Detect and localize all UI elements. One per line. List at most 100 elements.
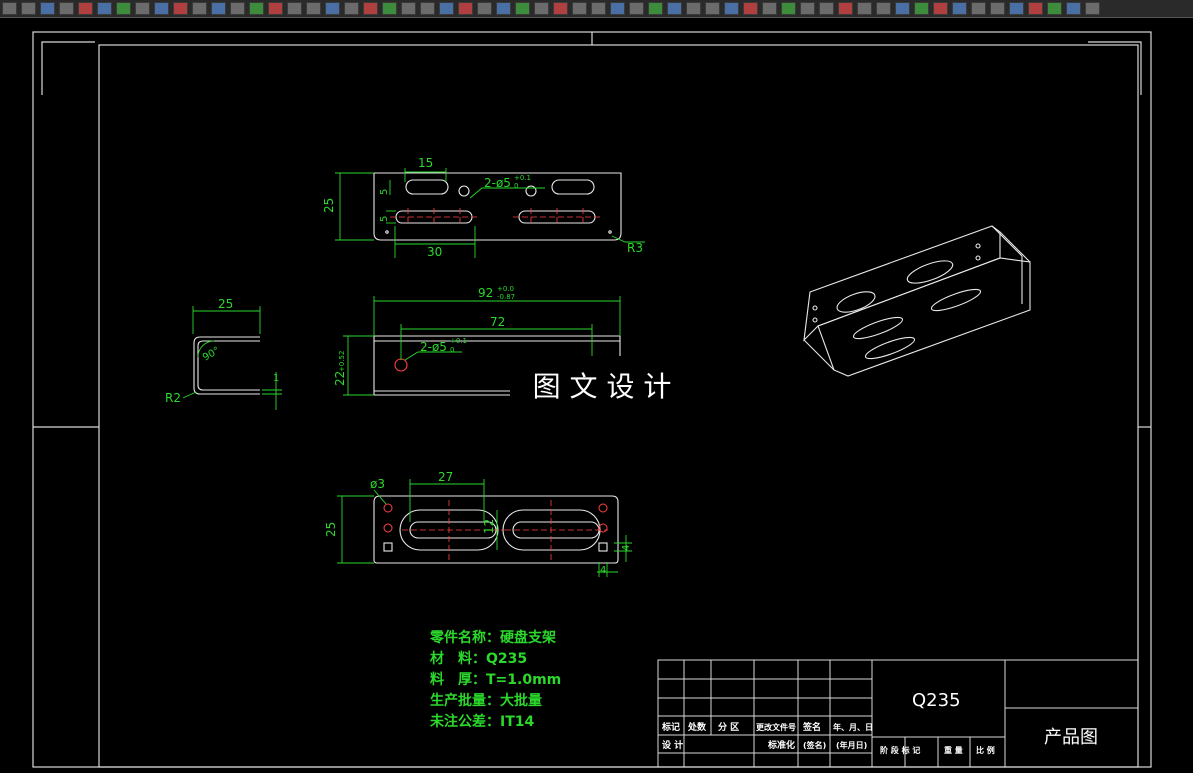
toolbar-button[interactable] xyxy=(629,2,644,15)
toolbar-button[interactable] xyxy=(1028,2,1043,15)
dim-15: 15 xyxy=(418,156,433,170)
tb-material: Q235 xyxy=(912,690,961,711)
dim-hole-top-tol-lower: 0 xyxy=(514,182,518,190)
toolbar-button[interactable] xyxy=(838,2,853,15)
toolbar-button[interactable] xyxy=(40,2,55,15)
toolbar-button[interactable] xyxy=(686,2,701,15)
toolbar-button[interactable] xyxy=(135,2,150,15)
dim-12: 12 xyxy=(482,519,496,534)
toolbar-button[interactable] xyxy=(344,2,359,15)
dim-92-tol-upper: +0.0 xyxy=(497,285,514,293)
toolbar-button[interactable] xyxy=(781,2,796,15)
toolbar-button[interactable] xyxy=(1047,2,1062,15)
spec-batch: 生产批量：大批量 xyxy=(430,692,542,709)
top-view-dim-text: 15 25 5 5 30 R3 2-ø5 +0.1 0 xyxy=(322,156,643,259)
toolbar-button[interactable] xyxy=(990,2,1005,15)
tb-date2: (年月日) xyxy=(836,740,867,750)
toolbar-button[interactable] xyxy=(59,2,74,15)
toolbar-button[interactable] xyxy=(534,2,549,15)
toolbar-button[interactable] xyxy=(420,2,435,15)
dim-hole-top: 2-ø5 xyxy=(484,176,511,190)
tb-zone: 分 区 xyxy=(718,721,739,733)
bottom-view-centerlines xyxy=(402,500,608,560)
toolbar-button[interactable] xyxy=(762,2,777,15)
toolbar-button[interactable] xyxy=(439,2,454,15)
watermark-text: 图 文 设 计 xyxy=(533,370,672,403)
toolbar-button[interactable] xyxy=(458,2,473,15)
toolbar-button[interactable] xyxy=(553,2,568,15)
toolbar-button[interactable] xyxy=(173,2,188,15)
dim-27: 27 xyxy=(438,470,453,484)
toolbar-button[interactable] xyxy=(705,2,720,15)
toolbar-button[interactable] xyxy=(591,2,606,15)
dim-22-tol: +0.52 xyxy=(338,351,346,372)
side-profile xyxy=(193,336,260,395)
iso-view xyxy=(803,225,1031,377)
toolbar-button[interactable] xyxy=(230,2,245,15)
toolbar-button[interactable] xyxy=(1009,2,1024,15)
dim-hole-top-tol-upper: +0.1 xyxy=(514,174,531,182)
toolbar-button[interactable] xyxy=(667,2,682,15)
dim-22: 22 xyxy=(333,371,347,386)
toolbar-button[interactable] xyxy=(515,2,530,15)
spec-thickness: 料 厚：T=1.0mm xyxy=(430,671,561,688)
dim-hole-mid-tol-upper: +0.1 xyxy=(450,337,467,345)
toolbar-button[interactable] xyxy=(97,2,112,15)
toolbar-button[interactable] xyxy=(78,2,93,15)
toolbar-button[interactable] xyxy=(2,2,17,15)
tb-mark: 标记 xyxy=(661,721,680,733)
toolbar-button[interactable] xyxy=(743,2,758,15)
tb-date: 年、月、日 xyxy=(833,722,873,732)
dim-bot-4a: 4 xyxy=(621,545,632,551)
toolbar-button[interactable] xyxy=(211,2,226,15)
toolbar-button[interactable] xyxy=(952,2,967,15)
toolbar-button[interactable] xyxy=(800,2,815,15)
tb-weight: 重 量 xyxy=(944,745,963,755)
tb-sign: 签名 xyxy=(802,721,821,733)
title-block-text: 标记 处数 分 区 更改文件号 签名 年、月、日 设 计 标准化 (签名) (年… xyxy=(661,690,1098,755)
dim-r2: R2 xyxy=(165,391,181,405)
bottom-view xyxy=(373,495,619,564)
toolbar-button[interactable] xyxy=(287,2,302,15)
toolbar-button[interactable] xyxy=(895,2,910,15)
bottom-view-dim-text: 27 ø3 25 12 4 4 xyxy=(324,470,632,576)
dim-72: 72 xyxy=(490,315,505,329)
toolbar-button[interactable] xyxy=(572,2,587,15)
toolbar-button[interactable] xyxy=(249,2,264,15)
dim-92: 92 xyxy=(478,286,493,300)
dim-hole-mid: 2-ø5 xyxy=(420,340,447,354)
toolbar-button[interactable] xyxy=(914,2,929,15)
tb-change-doc: 更改文件号 xyxy=(756,722,796,732)
tb-standard: 标准化 xyxy=(767,739,795,751)
toolbar-button[interactable] xyxy=(325,2,340,15)
drawing-canvas[interactable]: 15 25 5 5 30 R3 2-ø5 +0.1 0 92 +0.0 -0.8… xyxy=(0,18,1193,769)
toolbar-button[interactable] xyxy=(382,2,397,15)
toolbar-button[interactable] xyxy=(1085,2,1100,15)
toolbar-button[interactable] xyxy=(610,2,625,15)
dim-side-1: 1 xyxy=(273,373,279,384)
toolbar-button[interactable] xyxy=(363,2,378,15)
toolbar-button[interactable] xyxy=(192,2,207,15)
toolbar-button[interactable] xyxy=(876,2,891,15)
toolbar-button[interactable] xyxy=(971,2,986,15)
spec-notes: 零件名称：硬盘支架 材 料：Q235 料 厚：T=1.0mm 生产批量：大批量 … xyxy=(429,629,561,730)
toolbar-button[interactable] xyxy=(477,2,492,15)
dim-hole-mid-tol-lower: 0 xyxy=(450,346,454,354)
toolbar-button[interactable] xyxy=(116,2,131,15)
toolbar-button[interactable] xyxy=(819,2,834,15)
toolbar-button[interactable] xyxy=(933,2,948,15)
toolbar-button[interactable] xyxy=(724,2,739,15)
toolbar-button[interactable] xyxy=(1066,2,1081,15)
toolbar-button[interactable] xyxy=(648,2,663,15)
tb-scale: 比 例 xyxy=(976,745,995,755)
toolbar-button[interactable] xyxy=(401,2,416,15)
dim-side-25: 25 xyxy=(218,297,233,311)
toolbar-button[interactable] xyxy=(154,2,169,15)
toolbar-button[interactable] xyxy=(21,2,36,15)
toolbar-button[interactable] xyxy=(496,2,511,15)
toolbar-button[interactable] xyxy=(857,2,872,15)
watermark: 图 文 设 计 xyxy=(510,366,694,406)
toolbar-button[interactable] xyxy=(306,2,321,15)
dim-92-tol-lower: -0.87 xyxy=(497,293,515,301)
toolbar-button[interactable] xyxy=(268,2,283,15)
